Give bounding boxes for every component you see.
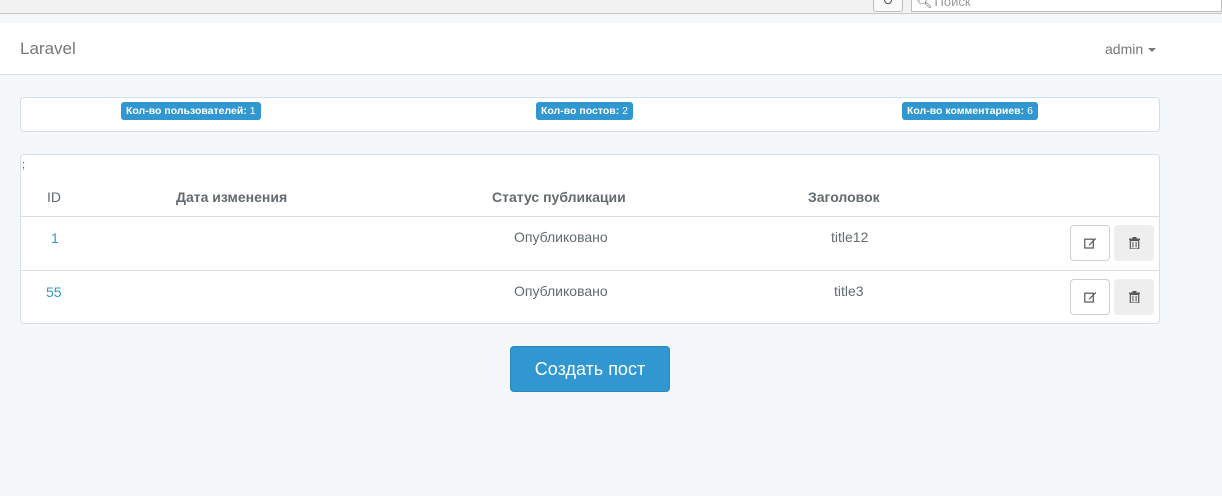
corner-mark: ; <box>22 159 26 171</box>
post-id-link[interactable]: 1 <box>51 230 59 246</box>
delete-button[interactable] <box>1114 279 1154 315</box>
caret-down-icon <box>1148 48 1157 53</box>
trash-icon <box>1128 237 1140 249</box>
posts-count-label: Кол-во постов: <box>541 105 620 117</box>
post-title: title3 <box>834 283 864 299</box>
search-placeholder: Поиск <box>934 0 971 9</box>
comments-count-badge: Кол-во комментариев: 6 <box>902 102 1038 120</box>
edit-button[interactable] <box>1070 279 1110 315</box>
create-post-button[interactable]: Создать пост <box>510 346 670 392</box>
users-count-value: 1 <box>249 105 256 117</box>
column-header-id: ID <box>47 189 61 205</box>
comments-count-label: Кол-во комментариев: <box>907 105 1025 117</box>
delete-button[interactable] <box>1114 225 1154 261</box>
reload-button[interactable]: ↻ <box>873 0 903 12</box>
trash-icon <box>1128 291 1140 303</box>
browser-search-input[interactable]: 🔍︎ Поиск <box>911 0 1222 12</box>
users-count-label: Кол-во пользователей: <box>126 105 247 117</box>
column-header-date: Дата изменения <box>176 189 288 205</box>
edit-icon <box>1083 238 1096 249</box>
reload-icon: ↻ <box>882 0 894 8</box>
user-menu-dropdown[interactable]: admin <box>1105 41 1157 57</box>
stats-panel: Кол-во пользователей: 1 Кол-во постов: 2… <box>20 97 1160 132</box>
brand-link[interactable]: Laravel <box>20 39 76 59</box>
posts-count-badge: Кол-во постов: 2 <box>536 102 633 120</box>
users-count-badge: Кол-во пользователей: 1 <box>121 102 261 120</box>
comments-count-value: 6 <box>1027 105 1033 117</box>
post-status: Опубликовано <box>514 283 608 299</box>
navbar: Laravel admin <box>0 23 1222 75</box>
edit-icon <box>1083 292 1096 303</box>
search-icon: 🔍︎ <box>916 0 933 9</box>
browser-toolbar: ↻ 🔍︎ Поиск <box>0 0 1222 14</box>
post-id-link[interactable]: 55 <box>46 284 62 300</box>
column-header-status: Статус публикации <box>492 189 626 205</box>
user-name: admin <box>1105 41 1144 57</box>
row-divider <box>21 270 1159 271</box>
edit-button[interactable] <box>1070 225 1110 261</box>
post-status: Опубликовано <box>514 229 608 245</box>
header-divider <box>21 216 1159 217</box>
posts-count-value: 2 <box>622 105 628 117</box>
posts-table: ; ID Дата изменения Статус публикации За… <box>20 154 1160 324</box>
column-header-title: Заголовок <box>808 189 880 205</box>
post-title: title12 <box>831 229 869 245</box>
